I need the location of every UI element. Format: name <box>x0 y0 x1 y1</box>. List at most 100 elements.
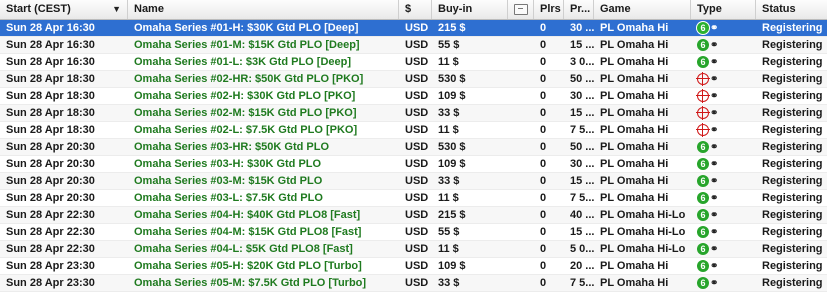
cell-type: 6 ⚭ <box>691 207 756 224</box>
column-header-plrs[interactable]: Plrs <box>534 0 564 19</box>
table-row[interactable]: Sun 28 Apr 22:30 Omaha Series #04-H: $40K… <box>0 207 827 224</box>
table-row[interactable]: Sun 28 Apr 23:30 Omaha Series #05-M: $7.5… <box>0 275 827 292</box>
cell-ticket <box>508 20 534 37</box>
column-header-buyin[interactable]: Buy-in <box>432 0 508 19</box>
cell-game: PL Omaha Hi-Lo <box>600 209 686 221</box>
cell-players: 0 <box>540 90 547 102</box>
table-row[interactable]: Sun 28 Apr 20:30 Omaha Series #03-H: $30K… <box>0 156 827 173</box>
column-header-currency[interactable]: $ <box>399 0 432 19</box>
table-row[interactable]: Sun 28 Apr 16:30 Omaha Series #01-H: $30K… <box>0 20 827 37</box>
cell-status: Registering <box>762 158 823 170</box>
cell-buyin: 33 $ <box>438 277 460 289</box>
table-row[interactable]: Sun 28 Apr 22:30 Omaha Series #04-L: $5K … <box>0 241 827 258</box>
cell-prize: 20 ... <box>570 260 594 272</box>
cell-currency: USD <box>405 107 429 119</box>
column-header-name[interactable]: Name <box>128 0 399 19</box>
extra-type-icon: ⚭ <box>710 57 719 68</box>
table-row[interactable]: Sun 28 Apr 16:30 Omaha Series #01-L: $3K … <box>0 54 827 71</box>
six-max-badge-icon: 6 <box>697 277 709 289</box>
cell-tournament-name: Omaha Series #03-HR: $50K Gtd PLO <box>134 141 330 153</box>
cell-ticket <box>508 71 534 88</box>
cell-buyin: 55 $ <box>438 39 460 51</box>
six-max-badge-icon: 6 <box>697 192 709 204</box>
cell-game: PL Omaha Hi <box>600 22 669 34</box>
cell-status: Registering <box>762 277 823 289</box>
six-max-badge-icon: 6 <box>697 39 709 51</box>
cell-type: 6 ⚭ <box>691 139 756 156</box>
cell-players: 0 <box>540 141 547 153</box>
cell-status: Registering <box>762 175 823 187</box>
cell-start-time: Sun 28 Apr 16:30 <box>6 22 95 34</box>
cell-ticket <box>508 139 534 156</box>
cell-game: PL Omaha Hi <box>600 260 669 272</box>
cell-start-time: Sun 28 Apr 20:30 <box>6 192 95 204</box>
cell-currency: USD <box>405 192 429 204</box>
column-header-prize-label: Pr... <box>570 3 591 15</box>
cell-tournament-name: Omaha Series #02-M: $15K Gtd PLO [PKO] <box>134 107 357 119</box>
cell-start-time: Sun 28 Apr 20:30 <box>6 141 95 153</box>
table-row[interactable]: Sun 28 Apr 16:30 Omaha Series #01-M: $15K… <box>0 37 827 54</box>
sort-desc-icon[interactable]: ▼ <box>112 0 121 19</box>
cell-ticket <box>508 190 534 207</box>
cell-ticket <box>508 122 534 139</box>
cell-prize: 30 ... <box>570 22 594 34</box>
cell-game: PL Omaha Hi <box>600 56 669 68</box>
column-header-ticket[interactable] <box>508 0 534 19</box>
table-row[interactable]: Sun 28 Apr 22:30 Omaha Series #04-M: $15K… <box>0 224 827 241</box>
column-header-start[interactable]: Start (CEST) ▼ <box>0 0 128 19</box>
table-row[interactable]: Sun 28 Apr 18:30 Omaha Series #02-M: $15K… <box>0 105 827 122</box>
cell-currency: USD <box>405 243 429 255</box>
cell-tournament-name: Omaha Series #03-M: $15K Gtd PLO <box>134 175 323 187</box>
column-header-prize[interactable]: Pr... <box>564 0 594 19</box>
cell-currency: USD <box>405 56 429 68</box>
table-row[interactable]: Sun 28 Apr 23:30 Omaha Series #05-H: $20K… <box>0 258 827 275</box>
extra-type-icon: ⚭ <box>710 210 719 221</box>
cell-players: 0 <box>540 192 547 204</box>
cell-prize: 15 ... <box>570 107 594 119</box>
cell-buyin: 109 $ <box>438 260 466 272</box>
extra-type-icon: ⚭ <box>710 261 719 272</box>
cell-buyin: 33 $ <box>438 175 460 187</box>
column-header-status[interactable]: Status <box>756 0 827 19</box>
table-row[interactable]: Sun 28 Apr 18:30 Omaha Series #02-L: $7.5… <box>0 122 827 139</box>
table-row[interactable]: Sun 28 Apr 18:30 Omaha Series #02-HR: $50… <box>0 71 827 88</box>
cell-prize: 7 5... <box>570 124 594 136</box>
extra-type-icon: ⚭ <box>710 159 719 170</box>
column-header-type[interactable]: Type <box>691 0 756 19</box>
cell-type: ⚭ <box>691 71 756 88</box>
cell-players: 0 <box>540 56 547 68</box>
cell-tournament-name: Omaha Series #04-L: $5K Gtd PLO8 [Fast] <box>134 243 353 255</box>
cell-tournament-name: Omaha Series #02-L: $7.5K Gtd PLO [PKO] <box>134 124 358 136</box>
cell-tournament-name: Omaha Series #03-H: $30K Gtd PLO <box>134 158 322 170</box>
cell-game: PL Omaha Hi <box>600 73 669 85</box>
column-header-game[interactable]: Game <box>594 0 691 19</box>
cell-type: 6 ⚭ <box>691 173 756 190</box>
cell-currency: USD <box>405 209 429 221</box>
cell-players: 0 <box>540 175 547 187</box>
bounty-target-icon <box>696 106 710 120</box>
cell-players: 0 <box>540 277 547 289</box>
cell-tournament-name: Omaha Series #04-M: $15K Gtd PLO8 [Fast] <box>134 226 362 238</box>
cell-players: 0 <box>540 243 547 255</box>
cell-ticket <box>508 241 534 258</box>
cell-prize: 15 ... <box>570 226 594 238</box>
cell-start-time: Sun 28 Apr 22:30 <box>6 226 95 238</box>
cell-game: PL Omaha Hi <box>600 39 669 51</box>
table-row[interactable]: Sun 28 Apr 20:30 Omaha Series #03-HR: $50… <box>0 139 827 156</box>
table-row[interactable]: Sun 28 Apr 20:30 Omaha Series #03-L: $7.5… <box>0 190 827 207</box>
cell-type: 6 ⚭ <box>691 224 756 241</box>
cell-ticket <box>508 173 534 190</box>
cell-status: Registering <box>762 226 823 238</box>
cell-start-time: Sun 28 Apr 16:30 <box>6 39 95 51</box>
cell-prize: 7 5... <box>570 277 594 289</box>
six-max-badge-icon: 6 <box>697 22 709 34</box>
cell-type: 6 ⚭ <box>691 54 756 71</box>
cell-prize: 30 ... <box>570 90 594 102</box>
cell-prize: 50 ... <box>570 73 594 85</box>
six-max-badge-icon: 6 <box>697 56 709 68</box>
cell-prize: 5 0... <box>570 243 594 255</box>
table-row[interactable]: Sun 28 Apr 18:30 Omaha Series #02-H: $30K… <box>0 88 827 105</box>
table-row[interactable]: Sun 28 Apr 20:30 Omaha Series #03-M: $15K… <box>0 173 827 190</box>
cell-players: 0 <box>540 260 547 272</box>
column-header-start-label: Start (CEST) <box>6 3 71 15</box>
